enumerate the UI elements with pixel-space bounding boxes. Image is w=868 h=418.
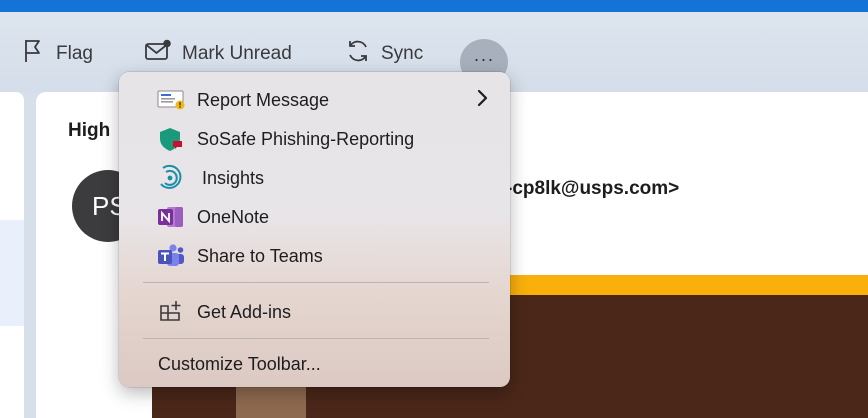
menu-item-label: Customize Toolbar... (158, 353, 321, 374)
teams-icon (157, 243, 185, 269)
menu-item-label: OneNote (197, 206, 270, 227)
add-ins-icon (157, 299, 185, 325)
menu-item-label: Insights (202, 167, 265, 188)
more-options-menu: Report Message SoSafe Phishing-Reporting… (119, 72, 510, 387)
menu-item-onenote[interactable]: OneNote (119, 200, 510, 234)
flag-icon (22, 38, 46, 70)
envelope-icon (144, 39, 172, 69)
sync-icon (345, 37, 371, 71)
menu-item-label: Get Add-ins (197, 301, 292, 322)
insights-icon (157, 164, 185, 191)
mark-unread-label: Mark Unread (182, 43, 292, 64)
menu-divider (143, 338, 489, 339)
chevron-right-icon (476, 89, 488, 112)
more-dots-icon: ··· (473, 48, 495, 69)
menu-item-get-add-ins[interactable]: Get Add-ins (119, 295, 510, 329)
menu-item-share-to-teams[interactable]: Share to Teams (119, 239, 510, 273)
menu-item-sosafe-phishing-reporting[interactable]: SoSafe Phishing-Reporting (119, 122, 510, 156)
menu-divider (143, 282, 489, 283)
sync-button[interactable]: Sync (345, 40, 423, 68)
sync-label: Sync (381, 43, 424, 64)
flag-button[interactable]: Flag (22, 40, 93, 68)
message-list-pane (0, 92, 24, 418)
flag-label: Flag (56, 43, 93, 64)
message-subject: High (68, 120, 111, 141)
menu-item-customize-toolbar[interactable]: Customize Toolbar... (119, 347, 510, 381)
menu-item-label: Report Message (197, 89, 330, 110)
sender-address: -cp8lk@usps.com> (506, 178, 680, 199)
selected-list-item[interactable] (0, 220, 24, 326)
sosafe-shield-icon (157, 126, 185, 152)
onenote-icon (157, 204, 185, 230)
mark-unread-button[interactable]: Mark Unread (144, 39, 292, 69)
report-message-icon (157, 87, 185, 113)
menu-item-report-message[interactable]: Report Message (119, 83, 510, 117)
window-top-bar (0, 0, 868, 12)
menu-item-label: Share to Teams (197, 245, 323, 266)
menu-item-insights[interactable]: Insights (119, 161, 510, 195)
menu-item-label: SoSafe Phishing-Reporting (197, 128, 415, 149)
